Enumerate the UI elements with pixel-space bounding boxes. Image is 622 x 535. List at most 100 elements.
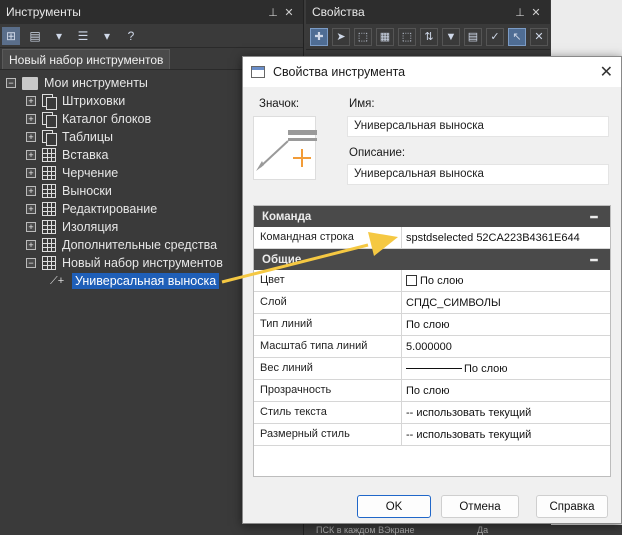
- expand-icon[interactable]: +: [26, 168, 36, 178]
- palette-group-icon: [42, 94, 57, 110]
- palette-icon: [42, 202, 56, 216]
- tool-icon-preview[interactable]: [253, 116, 317, 180]
- deselect-icon[interactable]: ✓: [486, 27, 504, 46]
- folder-icon: [22, 76, 38, 90]
- close-icon[interactable]: ✕: [528, 6, 544, 19]
- help-icon[interactable]: ?: [122, 27, 140, 45]
- view-options-icon[interactable]: ☰: [74, 27, 92, 45]
- command-line-value[interactable]: spstdselected 52CA223B4361E644: [402, 227, 610, 248]
- tool-palettes-titlebar: Инструменты ⊥ ✕: [0, 0, 303, 24]
- clear-icon[interactable]: ✕: [530, 27, 548, 46]
- expand-icon[interactable]: +: [26, 132, 36, 142]
- property-key: Слой: [254, 292, 402, 313]
- icon-label: Значок:: [259, 98, 300, 110]
- expand-icon[interactable]: +: [26, 150, 36, 160]
- expand-icon[interactable]: +: [26, 240, 36, 250]
- property-row[interactable]: Цвет По слою: [254, 270, 610, 292]
- pin-icon[interactable]: ⊥: [265, 6, 281, 19]
- filter-icon[interactable]: ▼: [442, 27, 460, 46]
- property-value[interactable]: 5.000000: [402, 336, 610, 357]
- collapse-icon[interactable]: ━: [586, 210, 602, 224]
- tree-item-label: Вставка: [62, 148, 109, 162]
- dropdown-chevron-icon[interactable]: ▾: [50, 27, 68, 45]
- tool-properties-dialog: Свойства инструмента ✕ Значок: Имя: Унив…: [242, 56, 622, 524]
- tree-item-label: Дополнительные средства: [62, 238, 218, 252]
- property-row[interactable]: Стиль текста -- использовать текущий: [254, 402, 610, 424]
- property-row[interactable]: Слой СПДС_СИМВОЛЫ: [254, 292, 610, 314]
- property-key: Масштаб типа линий: [254, 336, 402, 357]
- property-row[interactable]: Вес линий По слою: [254, 358, 610, 380]
- select-crossing-icon[interactable]: ▦: [376, 27, 394, 46]
- cursor-icon[interactable]: ➤: [332, 27, 350, 46]
- tree-item-label: Выноски: [62, 184, 112, 198]
- category-general[interactable]: Общие ━: [254, 249, 610, 270]
- palette-icon: [42, 220, 56, 234]
- lineweight-value[interactable]: По слою: [402, 358, 610, 379]
- palette-icon: [42, 184, 56, 198]
- bottom-value: Да: [477, 525, 489, 535]
- category-title: Команда: [262, 210, 312, 223]
- pin-icon[interactable]: ⊥: [512, 6, 528, 19]
- palette-icon: [42, 256, 56, 270]
- select-similar-icon[interactable]: ⬚: [398, 27, 416, 46]
- window-icon: [251, 66, 265, 78]
- expand-icon[interactable]: +: [26, 222, 36, 232]
- property-value[interactable]: По слою: [402, 380, 610, 401]
- ok-button[interactable]: OK: [357, 495, 431, 518]
- property-value[interactable]: -- использовать текущий: [402, 424, 610, 445]
- bottom-property-row: ПСК в каждом ВЭкране Да: [306, 525, 622, 535]
- tree-root-label: Мои инструменты: [44, 76, 148, 90]
- collapse-icon[interactable]: −: [6, 78, 16, 88]
- close-icon[interactable]: ✕: [281, 6, 297, 19]
- tree-item-label: Штриховки: [62, 94, 126, 108]
- property-value[interactable]: -- использовать текущий: [402, 402, 610, 423]
- view-dropdown-icon[interactable]: ▾: [98, 27, 116, 45]
- description-field[interactable]: Универсальная выноска: [347, 164, 609, 185]
- category-command[interactable]: Команда ━: [254, 206, 610, 227]
- property-value[interactable]: СПДС_СИМВОЛЫ: [402, 292, 610, 313]
- dialog-titlebar: Свойства инструмента ✕: [243, 57, 621, 87]
- palette-icon: [42, 238, 56, 252]
- palette-icon: [42, 148, 56, 162]
- add-selection-icon[interactable]: ✚: [310, 27, 328, 46]
- property-row[interactable]: Тип линий По слою: [254, 314, 610, 336]
- tree-toggle-icon[interactable]: ⊞: [2, 26, 20, 45]
- expand-icon[interactable]: +: [26, 204, 36, 214]
- property-key: Командная строка: [254, 227, 402, 248]
- cancel-button[interactable]: Отмена: [441, 495, 519, 518]
- name-label: Имя:: [349, 98, 375, 110]
- color-value[interactable]: По слою: [402, 270, 610, 291]
- property-row[interactable]: Размерный стиль -- использовать текущий: [254, 424, 610, 446]
- flip-icon[interactable]: ⇅: [420, 27, 438, 46]
- collapse-icon[interactable]: −: [26, 258, 36, 268]
- property-row[interactable]: Прозрачность По слою: [254, 380, 610, 402]
- tab-new-tool-set[interactable]: Новый набор инструментов: [2, 49, 171, 69]
- select-window-icon[interactable]: ⬚: [354, 27, 372, 46]
- tree-item-label: Новый набор инструментов: [62, 256, 223, 270]
- collapse-icon[interactable]: ━: [586, 253, 602, 267]
- property-key: Размерный стиль: [254, 424, 402, 445]
- property-grid: Команда ━ Командная строка spstdselected…: [253, 205, 611, 477]
- lineweight-line-icon: [406, 368, 462, 369]
- tree-item-label: Редактирование: [62, 202, 158, 216]
- property-value[interactable]: По слою: [402, 314, 610, 335]
- properties-toolbar: ✚ ➤ ⬚ ▦ ⬚ ⇅ ▼ ▤ ✓ ↖ ✕: [306, 24, 550, 50]
- palette-settings-icon[interactable]: ▤: [26, 27, 44, 45]
- color-swatch-icon: [406, 275, 417, 286]
- properties-titlebar: Свойства ⊥ ✕: [306, 0, 550, 24]
- table-icon[interactable]: ▤: [464, 27, 482, 46]
- property-value: По слою: [420, 274, 464, 287]
- expand-icon[interactable]: +: [26, 114, 36, 124]
- name-field[interactable]: Универсальная выноска: [347, 116, 609, 137]
- property-row[interactable]: Масштаб типа линий 5.000000: [254, 336, 610, 358]
- pick-icon[interactable]: ↖: [508, 27, 526, 46]
- palette-group-icon: [42, 112, 57, 128]
- expand-icon[interactable]: +: [26, 186, 36, 196]
- expand-icon[interactable]: +: [26, 96, 36, 106]
- tree-item-label: Универсальная выноска: [72, 273, 220, 289]
- help-button[interactable]: Справка: [536, 495, 608, 518]
- bottom-label: ПСК в каждом ВЭкране: [316, 525, 415, 535]
- close-icon[interactable]: ✕: [600, 62, 613, 82]
- property-row[interactable]: Командная строка spstdselected 52CA223B4…: [254, 227, 610, 249]
- palette-icon: [42, 166, 56, 180]
